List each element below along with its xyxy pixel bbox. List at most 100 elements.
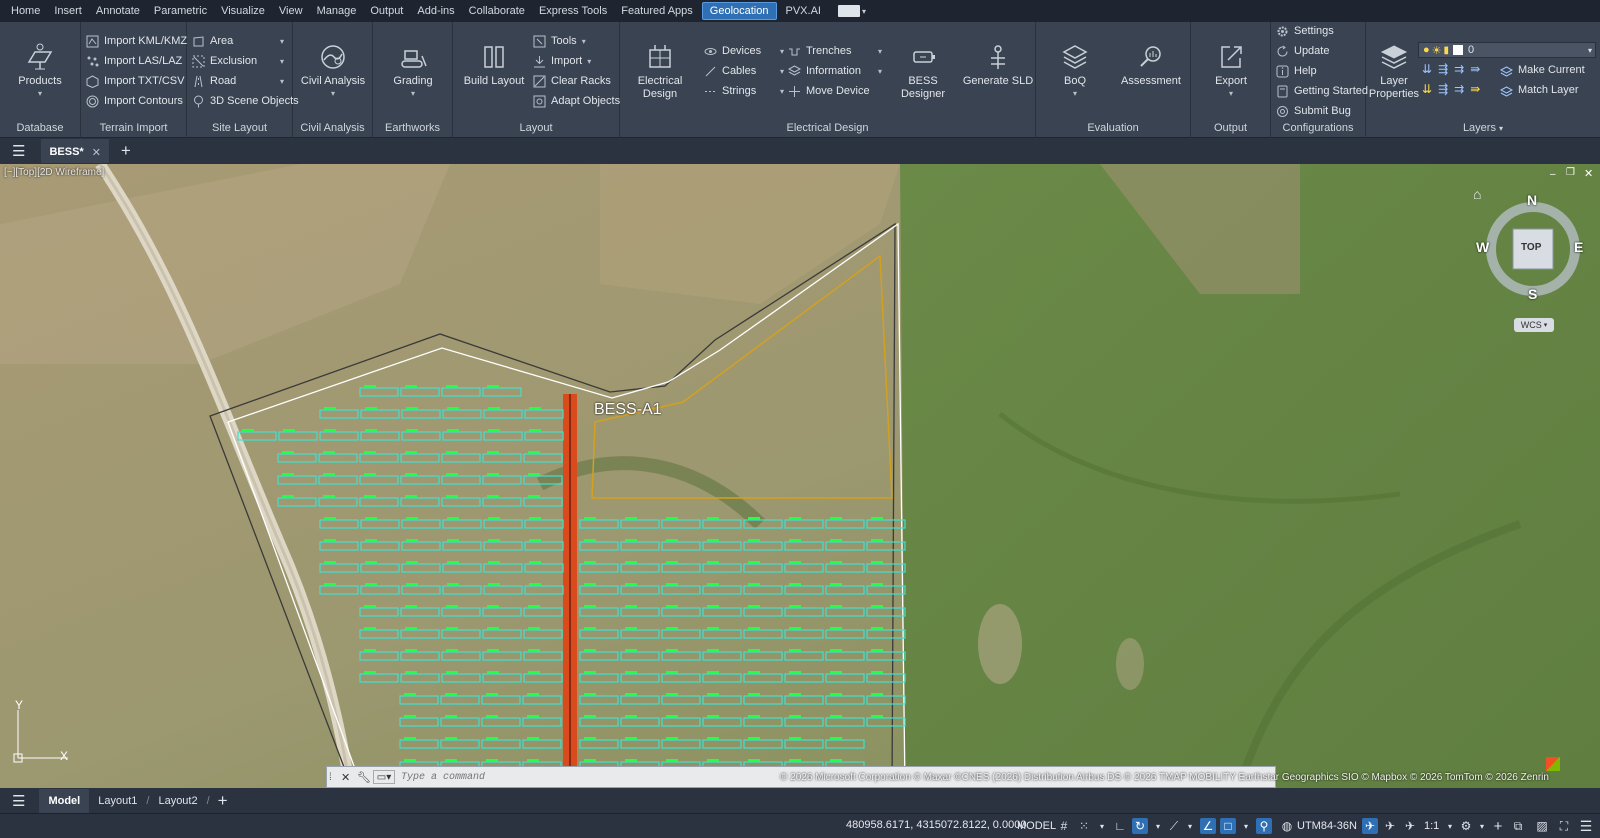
- snap-grid-icon[interactable]: ⁙: [1076, 818, 1092, 834]
- tab-collaborate[interactable]: Collaborate: [462, 3, 532, 19]
- layer-on-icon[interactable]: ⇊: [1422, 82, 1432, 96]
- tools-button[interactable]: Tools ▾: [533, 32, 586, 50]
- wrench-icon[interactable]: 🔧︎: [357, 771, 373, 784]
- bess-designer-button[interactable]: BESS Designer: [886, 42, 960, 101]
- update-button[interactable]: Update: [1276, 42, 1329, 60]
- submit-bug-button[interactable]: Submit Bug: [1276, 102, 1351, 120]
- command-history-icon[interactable]: ▭▾: [373, 770, 395, 784]
- clean-screen-icon[interactable]: ⛶: [1556, 818, 1572, 834]
- clear-racks-button[interactable]: Clear Racks: [533, 72, 611, 90]
- drawing-viewport[interactable]: [−][Top][2D Wireframe] BESS-A1 N S W E T…: [0, 164, 1600, 788]
- chevron-down-icon[interactable]: ▾: [587, 57, 591, 66]
- import-kml-button[interactable]: Import KML/KMZ: [86, 32, 187, 50]
- boq-button[interactable]: BoQ ▾: [1040, 42, 1110, 98]
- scene-objects-button[interactable]: 3D Scene Objects: [192, 92, 299, 110]
- compass-south[interactable]: S: [1528, 286, 1537, 302]
- tab-pvx-ai[interactable]: PVX.AI: [779, 3, 828, 19]
- chevron-down-icon[interactable]: ▾: [1094, 818, 1110, 834]
- coordinate-system[interactable]: UTM84-36N: [1297, 817, 1357, 835]
- ribbon-display-toggle[interactable]: [837, 5, 860, 17]
- strings-button[interactable]: Strings ▾: [704, 82, 786, 100]
- viewport-minimize-icon[interactable]: –: [1550, 169, 1556, 180]
- home-view-icon[interactable]: ⌂: [1473, 186, 1481, 202]
- compass-west[interactable]: W: [1476, 239, 1489, 255]
- globe-icon[interactable]: ◍: [1279, 818, 1295, 834]
- tab-express-tools[interactable]: Express Tools: [532, 3, 614, 19]
- import-las-button[interactable]: Import LAS/LAZ: [86, 52, 182, 70]
- wcs-dropdown[interactable]: WCS ▾: [1514, 318, 1554, 332]
- export-button[interactable]: Export ▾: [1191, 42, 1271, 98]
- chevron-down-icon[interactable]: ▾: [878, 67, 882, 76]
- import-button[interactable]: Import ▾: [533, 52, 591, 70]
- import-contours-button[interactable]: Import Contours: [86, 92, 183, 110]
- auto-scale-icon[interactable]: ✈: [1382, 818, 1398, 834]
- products-button[interactable]: Products ▾: [8, 42, 72, 98]
- assessment-button[interactable]: Assessment: [1112, 42, 1190, 88]
- chevron-down-icon[interactable]: ▾: [862, 7, 866, 16]
- viewport-close-icon[interactable]: ✕: [1584, 167, 1593, 180]
- object-snap-tracking-icon[interactable]: ∠: [1200, 818, 1216, 834]
- tab-parametric[interactable]: Parametric: [147, 3, 214, 19]
- ortho-icon[interactable]: ∟: [1112, 818, 1128, 834]
- panel-title-layers[interactable]: Layers ▾: [1366, 120, 1600, 136]
- exclusion-button[interactable]: Exclusion ▾: [192, 52, 288, 70]
- information-button[interactable]: Information ▾: [787, 62, 884, 80]
- close-icon[interactable]: ✕: [341, 771, 357, 784]
- chevron-down-icon[interactable]: ▾: [780, 87, 784, 96]
- cables-button[interactable]: Cables ▾: [704, 62, 786, 80]
- viewport-controls-label[interactable]: [−][Top][2D Wireframe]: [4, 167, 104, 178]
- move-device-button[interactable]: Move Device: [788, 82, 870, 100]
- hamburger-menu-icon[interactable]: ☰: [12, 142, 25, 160]
- grid-icon[interactable]: #: [1056, 818, 1072, 834]
- civil-analysis-button[interactable]: Civil Analysis ▾: [293, 42, 373, 98]
- isolate-objects-icon[interactable]: ⧉: [1510, 818, 1526, 834]
- tab-output[interactable]: Output: [363, 3, 410, 19]
- chevron-down-icon[interactable]: ▾: [878, 47, 882, 56]
- cursor-coordinates[interactable]: 480958.6171, 4315072.8122, 0.0000: [846, 819, 1026, 831]
- tab-home[interactable]: Home: [4, 3, 47, 19]
- model-space-toggle[interactable]: MODEL: [1016, 817, 1057, 835]
- isodraft-icon[interactable]: ⟋: [1166, 818, 1182, 834]
- tab-geolocation[interactable]: Geolocation: [701, 2, 777, 20]
- tab-add-ins[interactable]: Add-ins: [410, 3, 461, 19]
- tab-visualize[interactable]: Visualize: [214, 3, 272, 19]
- close-icon[interactable]: ✕: [92, 146, 101, 159]
- tab-manage[interactable]: Manage: [310, 3, 364, 19]
- chevron-down-icon[interactable]: ▾: [1442, 818, 1458, 834]
- customization-menu-icon[interactable]: ☰: [1578, 818, 1594, 834]
- layer-unlock-icon[interactable]: ⇛: [1470, 82, 1480, 96]
- layer-unisolate-icon[interactable]: ⇶: [1438, 82, 1448, 96]
- match-layer-button[interactable]: Match Layer: [1499, 81, 1579, 99]
- compass-east[interactable]: E: [1574, 239, 1583, 255]
- layer-freeze-icon[interactable]: ⇉: [1454, 62, 1464, 76]
- chevron-down-icon[interactable]: ▾: [780, 67, 784, 76]
- viewcube-top-face[interactable]: TOP: [1521, 242, 1541, 253]
- viewport-restore-icon[interactable]: ❐: [1566, 167, 1575, 178]
- chevron-down-icon[interactable]: ▾: [1474, 818, 1490, 834]
- tab-layout2[interactable]: Layout2: [149, 789, 206, 813]
- annotation-visibility-icon[interactable]: ✈: [1362, 818, 1378, 834]
- chevron-down-icon[interactable]: ▾: [280, 77, 284, 86]
- annotation-scale-icon[interactable]: ✈: [1402, 818, 1418, 834]
- geolocation-pin-icon[interactable]: ⚲: [1256, 818, 1272, 834]
- road-button[interactable]: Road ▾: [192, 72, 288, 90]
- polar-tracking-icon[interactable]: ↻: [1132, 818, 1148, 834]
- compass-north[interactable]: N: [1527, 192, 1537, 208]
- devices-button[interactable]: Devices ▾: [704, 42, 786, 60]
- layer-lock-icon[interactable]: ⇛: [1470, 62, 1480, 76]
- electrical-design-button[interactable]: Electrical Design: [622, 42, 698, 101]
- chevron-down-icon[interactable]: ▾: [1150, 818, 1166, 834]
- chevron-down-icon[interactable]: ▾: [280, 37, 284, 46]
- tab-annotate[interactable]: Annotate: [89, 3, 147, 19]
- new-layout-plus-icon[interactable]: +: [218, 791, 228, 811]
- build-layout-button[interactable]: Build Layout: [455, 42, 533, 88]
- make-current-button[interactable]: Make Current: [1499, 61, 1585, 79]
- layer-off-icon[interactable]: ⇊: [1422, 62, 1432, 76]
- chevron-down-icon[interactable]: ▾: [1182, 818, 1198, 834]
- object-snap-icon[interactable]: □: [1220, 818, 1236, 834]
- tab-featured-apps[interactable]: Featured Apps: [614, 3, 700, 19]
- settings-button[interactable]: Settings: [1276, 22, 1334, 40]
- graphics-performance-icon[interactable]: ▨: [1534, 818, 1550, 834]
- layer-dropdown[interactable]: ● ☀ ▮ 0 ▾: [1418, 42, 1596, 58]
- chevron-down-icon[interactable]: ▾: [582, 37, 586, 46]
